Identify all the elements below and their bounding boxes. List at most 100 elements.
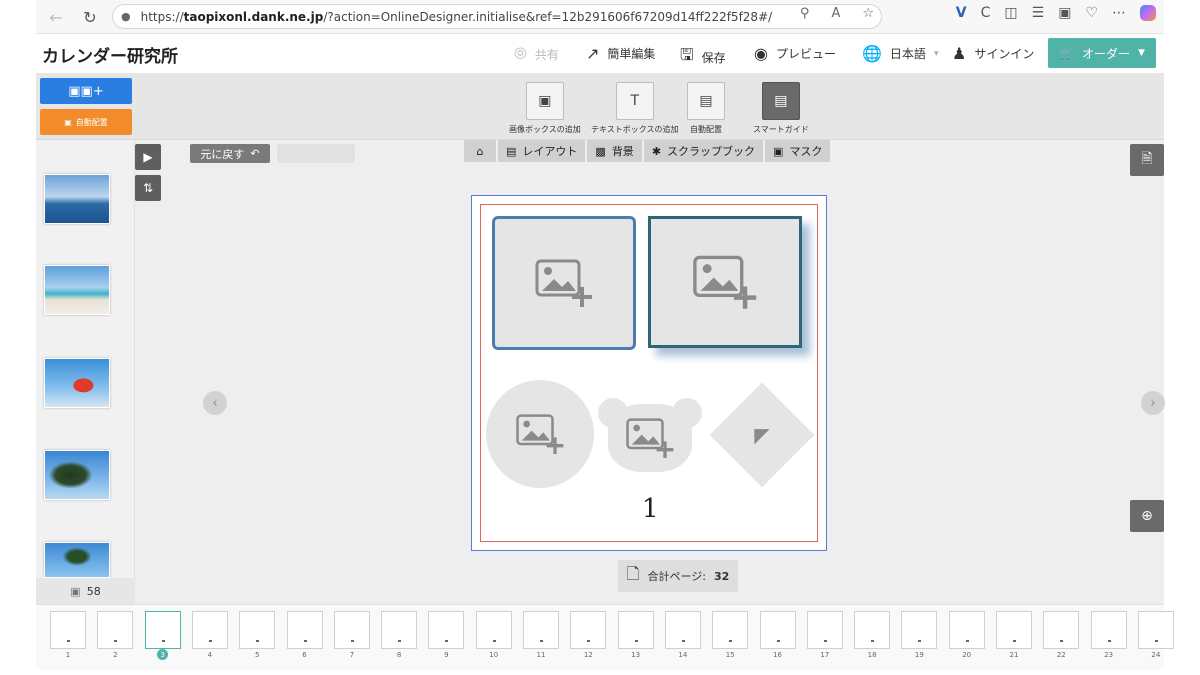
chevron-down-icon: ▾ [933, 48, 939, 59]
tab-home[interactable]: ⌂ [464, 140, 498, 162]
favorite-star-icon[interactable]: ☆ [862, 6, 874, 21]
smart-guide-tool[interactable]: ▤ スマートガイド [753, 82, 809, 135]
page-thumbnail-label: 1 [65, 651, 71, 659]
page-thumbnail[interactable] [1137, 611, 1174, 649]
preview-button[interactable]: ◉ プレビュー [754, 44, 836, 63]
tab-layout[interactable]: ▤ レイアウト [498, 140, 588, 162]
save-button[interactable]: 🖫 保存 [680, 44, 726, 71]
page-canvas[interactable]: ◤ 1 [471, 195, 827, 551]
photo-thumbnail-cruise-ship[interactable] [44, 174, 110, 224]
key-icon[interactable]: ⚲ [800, 6, 810, 21]
add-image-box-label: 画像ボックスの追加 [509, 125, 581, 134]
image-slot-square-2[interactable] [648, 216, 802, 348]
sort-button[interactable]: ⇅ [135, 175, 161, 201]
smart-guide-label: スマートガイド [753, 125, 809, 134]
page-settings-button[interactable]: 🗎 [1130, 144, 1164, 176]
page-thumbnail[interactable] [570, 611, 607, 649]
tab-scrapbook[interactable]: ✱ スクラップブック [643, 140, 766, 162]
page-thumbnail[interactable] [523, 611, 559, 649]
zoom-in-icon: ⊕ [1141, 508, 1153, 524]
page-thumbnail[interactable] [1090, 611, 1127, 649]
image-slot-bear[interactable] [598, 396, 702, 474]
next-page-button[interactable]: › [1141, 391, 1165, 415]
eye-icon: ◉ [754, 44, 768, 63]
add-image-icon [626, 418, 674, 458]
auto-layout-tool[interactable]: ▤ 自動配置 [687, 82, 725, 135]
page-thumbnail-label: 18 [867, 651, 877, 659]
page-thumbnail-label: 15 [725, 651, 735, 659]
globe-icon: 🌐 [862, 44, 882, 63]
brand-logo[interactable]: カレンダー研究所 [42, 42, 178, 67]
page-thumbnail[interactable] [664, 611, 701, 649]
copilot-icon[interactable] [1140, 5, 1156, 21]
tab-background[interactable]: ▩ 背景 [587, 140, 644, 162]
tab-scrapbook-label: スクラップブック [667, 145, 756, 158]
back-icon[interactable]: ← [42, 3, 70, 31]
page-thumbnail-label: 8 [396, 651, 402, 659]
redo-button[interactable] [277, 144, 355, 163]
reload-icon[interactable]: ↻ [76, 3, 104, 31]
expand-panel-button[interactable]: ▶ [135, 144, 161, 170]
photo-thumbnail-parasol[interactable] [44, 358, 110, 408]
collections-icon[interactable]: ▣ [1058, 5, 1071, 21]
read-aloud-icon[interactable]: A [831, 6, 840, 21]
page-thumbnail[interactable] [97, 611, 134, 649]
photo-count-badge: ▣ 58 [36, 578, 135, 604]
page-thumbnail[interactable] [806, 611, 843, 649]
page-thumbnail-label: 21 [1009, 651, 1019, 659]
auto-layout-sidebar-button[interactable]: ▣ 自動配置 [40, 109, 132, 135]
photo-thumbnail-palm-tree[interactable] [44, 450, 110, 500]
page-number[interactable]: 1 [642, 494, 659, 524]
page-thumbnail[interactable] [191, 611, 228, 649]
page-thumbnail[interactable] [759, 611, 796, 649]
page-thumbnail[interactable] [475, 611, 512, 649]
add-text-box-tool[interactable]: T テキストボックスの追加 [591, 82, 679, 135]
more-menu-icon[interactable]: ⋯ [1112, 5, 1126, 21]
edit-share-icon: ↗ [586, 44, 600, 63]
page-thumbnail-mark [303, 640, 307, 642]
page-thumbnail[interactable] [428, 611, 465, 649]
photos-icon: ▣▣ [68, 83, 93, 99]
extension-c-icon[interactable]: C [981, 5, 991, 21]
previous-page-button[interactable]: ‹ [203, 391, 227, 415]
image-slot-square-1[interactable] [492, 216, 636, 350]
page-thumbnail[interactable] [239, 611, 276, 649]
page-thumbnail[interactable] [381, 611, 418, 649]
page-thumbnail[interactable] [286, 611, 323, 649]
language-selector[interactable]: 🌐 日本語 ▾ [862, 44, 938, 63]
page-thumbnail-label: 23 [1104, 651, 1114, 659]
page-thumbnail[interactable] [333, 611, 370, 649]
undo-button[interactable]: 元に戻す ↶ [190, 144, 270, 163]
page-thumbnail-label: 10 [489, 651, 499, 659]
favorites-list-icon[interactable]: ☰ [1032, 5, 1045, 21]
share-button[interactable]: ⦾ 共有 [514, 44, 559, 64]
page-thumbnail[interactable] [996, 611, 1032, 649]
split-screen-icon[interactable]: ◫ [1004, 5, 1017, 21]
page-thumbnail[interactable] [1043, 611, 1080, 649]
undo-label: 元に戻す [200, 147, 245, 161]
add-image-box-tool[interactable]: ▣ 画像ボックスの追加 [509, 82, 581, 135]
sort-arrows-icon: ⇅ [142, 181, 154, 195]
photo-thumbnail-beach[interactable] [44, 265, 110, 315]
page-thumbnail[interactable] [617, 611, 654, 649]
easy-edit-button[interactable]: ↗ 簡単編集 [586, 44, 655, 63]
photo-thumbnail-palm-beach[interactable] [44, 542, 110, 578]
page-thumbnail[interactable] [854, 611, 891, 649]
order-button[interactable]: 🛒 オーダー ▼ [1048, 38, 1156, 68]
zoom-in-button[interactable]: ⊕ [1130, 500, 1164, 532]
heart-extension-icon[interactable]: ♡ [1085, 5, 1098, 21]
address-bar[interactable]: ● https://taopixonl.dank.ne.jp/?action=O… [112, 4, 882, 29]
page-thumbnail[interactable] [712, 611, 749, 649]
document-edit-icon: 🗎 [1141, 151, 1153, 167]
add-photo-button[interactable]: ▣▣ + [40, 78, 132, 104]
page-thumbnail[interactable] [901, 611, 938, 649]
tab-mask[interactable]: ▣ マスク [765, 140, 833, 162]
image-slot-circle[interactable] [486, 380, 594, 488]
extension-v-icon[interactable]: V [956, 5, 967, 21]
signin-button[interactable]: ♟ サインイン [952, 44, 1034, 63]
page-thumbnail[interactable] [50, 611, 86, 649]
undo-arrow-icon: ↶ [250, 147, 260, 160]
page-thumbnail[interactable] [144, 611, 181, 649]
page-thumbnail[interactable] [948, 611, 985, 649]
page-thumbnail-label: 6 [302, 651, 307, 659]
